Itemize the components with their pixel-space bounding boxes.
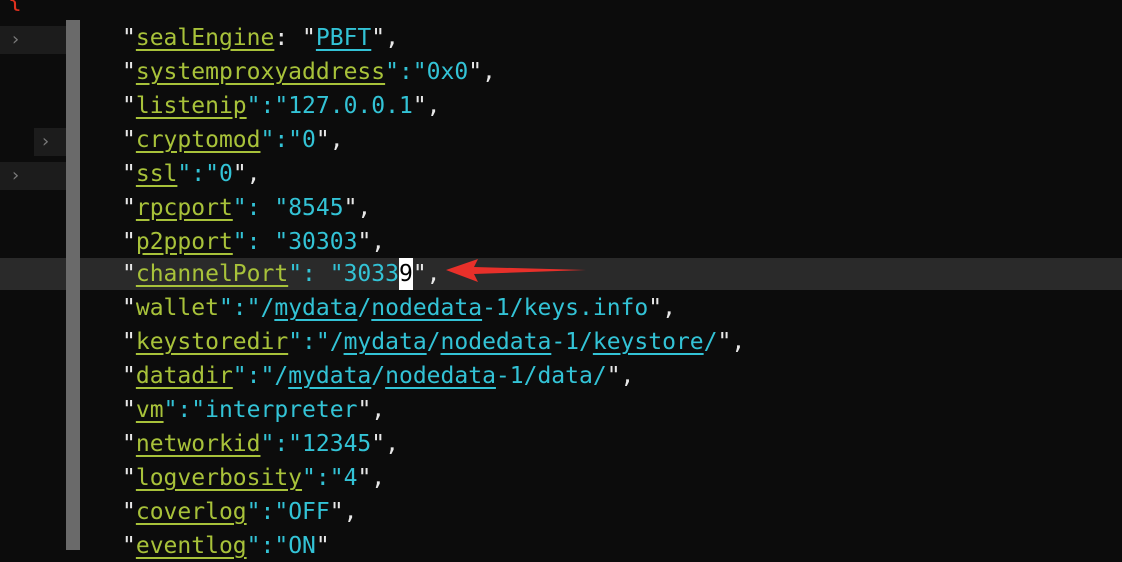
json-key: networkid bbox=[135, 431, 261, 457]
code-line[interactable]: "vm":"interpreter", bbox=[122, 394, 385, 426]
json-value: 8545 bbox=[288, 195, 344, 221]
code-line[interactable]: "keystoredir":"/mydata/nodedata-1/keysto… bbox=[122, 326, 745, 358]
json-value: PBFT bbox=[315, 25, 372, 51]
json-value: 12345 bbox=[302, 431, 372, 457]
fold-toggle[interactable]: › bbox=[0, 162, 66, 190]
code-editor[interactable]: › › › { "sealEngine: "PBFT", "systemprox… bbox=[0, 0, 1122, 559]
json-key: listenip bbox=[135, 93, 247, 119]
code-line[interactable]: "eventlog":"ON" bbox=[122, 530, 330, 562]
json-value: interpreter bbox=[205, 397, 358, 423]
chevron-right-icon: › bbox=[40, 131, 51, 152]
json-value: 3033 bbox=[343, 261, 399, 287]
fold-toggle[interactable]: › bbox=[34, 128, 66, 156]
json-value: OFF bbox=[288, 499, 330, 525]
code-line[interactable]: "ssl":"0", bbox=[122, 158, 261, 190]
json-value: 0 bbox=[218, 161, 233, 187]
json-key: sealEngine bbox=[135, 25, 275, 51]
json-key: p2pport bbox=[135, 229, 233, 255]
json-key: rpcport bbox=[135, 195, 233, 221]
chevron-right-icon: › bbox=[10, 29, 21, 50]
code-line[interactable]: "rpcport": "8545", bbox=[122, 192, 371, 224]
json-key: coverlog bbox=[135, 499, 247, 525]
json-value: ON bbox=[288, 533, 316, 559]
text-cursor: 9 bbox=[398, 258, 413, 290]
json-key: datadir bbox=[135, 363, 233, 389]
json-key: wallet bbox=[135, 295, 219, 321]
json-key: cryptomod bbox=[135, 127, 261, 153]
json-key: systemproxyaddress bbox=[135, 59, 386, 85]
code-line[interactable]: "coverlog":"OFF", bbox=[122, 496, 357, 528]
code-line[interactable]: "systemproxyaddress":"0x0", bbox=[122, 56, 496, 88]
code-line[interactable]: "datadir":"/mydata/nodedata-1/data/", bbox=[122, 360, 634, 392]
fold-toggle[interactable]: › bbox=[0, 26, 66, 54]
json-key: vm bbox=[135, 397, 164, 423]
code-line[interactable]: "p2pport": "30303", bbox=[122, 226, 385, 258]
code-line[interactable]: "networkid":"12345", bbox=[122, 428, 399, 460]
gutter-strip bbox=[66, 20, 80, 550]
json-value: 0 bbox=[302, 127, 316, 153]
code-line[interactable]: "listenip":"127.0.0.1", bbox=[122, 90, 441, 122]
json-key: channelPort bbox=[135, 261, 289, 287]
code-line[interactable]: "sealEngine: "PBFT", bbox=[122, 22, 399, 54]
json-key: logverbosity bbox=[135, 465, 303, 491]
json-value: 4 bbox=[343, 465, 358, 491]
json-value: 30303 bbox=[288, 229, 358, 255]
code-line[interactable]: "cryptomod":"0", bbox=[122, 124, 344, 156]
json-key: ssl bbox=[135, 161, 178, 187]
red-arrow-annotation bbox=[446, 259, 586, 282]
code-line[interactable]: "wallet":"/mydata/nodedata-1/keys.info", bbox=[122, 292, 676, 324]
chevron-right-icon: › bbox=[10, 165, 21, 186]
json-key: eventlog bbox=[135, 533, 247, 559]
json-value: 127.0.0.1 bbox=[288, 93, 413, 119]
code-line-active[interactable]: "channelPort": "30339", bbox=[122, 258, 441, 290]
json-key: keystoredir bbox=[135, 329, 289, 355]
code-line[interactable]: "logverbosity":"4", bbox=[122, 462, 385, 494]
json-value: 0x0 bbox=[426, 59, 469, 85]
open-brace: { bbox=[8, 0, 22, 13]
